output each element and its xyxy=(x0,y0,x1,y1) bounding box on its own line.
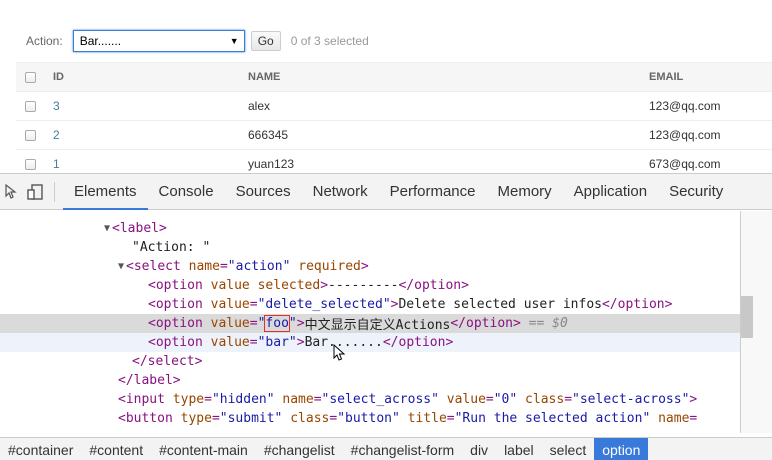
header-id[interactable]: ID xyxy=(53,71,64,83)
crumb-content[interactable]: #content xyxy=(81,438,151,460)
expand-triangle-icon[interactable]: ▼ xyxy=(118,261,124,272)
tree-node-input[interactable]: <input type = "hidden" name = "select_across… xyxy=(0,390,740,409)
row-id-link[interactable]: 2 xyxy=(53,128,60,142)
table-row: 3 alex 123@qq.com xyxy=(16,92,772,121)
row-id-link[interactable]: 3 xyxy=(53,99,60,113)
action-select-value: Bar....... xyxy=(79,34,122,48)
tree-node-option[interactable]: <option value = "delete_selected" > Delete s… xyxy=(0,295,740,314)
tab-performance[interactable]: Performance xyxy=(379,174,487,210)
action-label: Action: xyxy=(26,34,63,48)
mouse-cursor-icon xyxy=(333,344,346,361)
tree-node-option-selected[interactable]: <option value = " foo " > 中文显示自定义Actions </opti… xyxy=(0,314,740,333)
crumb-container[interactable]: #container xyxy=(0,438,81,460)
crumb-option[interactable]: option xyxy=(594,437,649,460)
table-row: 1 yuan123 673@qq.com xyxy=(16,150,772,173)
select-all-checkbox[interactable] xyxy=(25,71,36,83)
selected-node-marker: == $0 xyxy=(520,316,568,331)
crumb-label[interactable]: label xyxy=(496,438,542,460)
tree-node-text[interactable]: "Action: " xyxy=(0,238,740,257)
crumb-select[interactable]: select xyxy=(542,438,595,460)
tab-application[interactable]: Application xyxy=(563,174,658,210)
header-email[interactable]: EMAIL xyxy=(649,71,683,83)
row-name: 666345 xyxy=(248,128,289,142)
expand-triangle-icon[interactable]: ▼ xyxy=(104,223,110,234)
tab-memory[interactable]: Memory xyxy=(487,174,563,210)
caret-down-icon: ▼ xyxy=(229,36,239,46)
go-button[interactable]: Go xyxy=(250,31,281,51)
row-email: 123@qq.com xyxy=(649,128,721,142)
tree-node-option[interactable]: <option value = "bar" > Bar....... </option> xyxy=(0,333,740,352)
table-header: ID NAME EMAIL xyxy=(16,62,772,92)
tree-node-select-close[interactable]: </select> xyxy=(0,352,740,371)
row-checkbox[interactable] xyxy=(25,158,36,170)
row-checkbox[interactable] xyxy=(25,100,36,112)
result-table: ID NAME EMAIL 3 alex 123@qq.com 2 666345… xyxy=(16,62,772,173)
tree-node-label-close[interactable]: </label> xyxy=(0,371,740,390)
row-email: 673@qq.com xyxy=(649,157,721,171)
row-name: alex xyxy=(248,99,271,113)
devtools-panel: Elements Console Sources Network Perform… xyxy=(0,173,772,460)
crumb-div[interactable]: div xyxy=(462,438,496,460)
tab-security[interactable]: Security xyxy=(658,174,734,210)
row-email: 123@qq.com xyxy=(649,99,721,113)
crumb-content-main[interactable]: #content-main xyxy=(151,438,256,460)
tab-network[interactable]: Network xyxy=(302,174,379,210)
styles-pane xyxy=(740,211,772,433)
action-select[interactable]: Bar....... ▼ xyxy=(72,30,245,52)
row-name: yuan123 xyxy=(248,157,295,171)
row-checkbox[interactable] xyxy=(25,129,36,141)
tab-console[interactable]: Console xyxy=(148,174,225,210)
elements-tree: ▼ <label> "Action: " ▼ <select name = "actio… xyxy=(0,211,740,433)
devtools-toolbar: Elements Console Sources Network Perform… xyxy=(0,174,772,210)
selected-count: 0 of 3 selected xyxy=(290,34,369,48)
dom-breadcrumb: #container #content #content-main #chang… xyxy=(0,437,772,460)
row-id-link[interactable]: 1 xyxy=(53,157,60,171)
crumb-changelist[interactable]: #changelist xyxy=(256,438,343,460)
admin-page: Action: Bar....... ▼ Go 0 of 3 selected … xyxy=(0,0,772,173)
crumb-changelist-form[interactable]: #changelist-form xyxy=(343,438,463,460)
device-icon[interactable] xyxy=(24,174,48,210)
tab-sources[interactable]: Sources xyxy=(225,174,302,210)
header-name[interactable]: NAME xyxy=(248,71,280,83)
table-row: 2 666345 123@qq.com xyxy=(16,121,772,150)
tree-node-button[interactable]: <button type = "submit" class = "button" tit… xyxy=(0,409,740,428)
tree-node-label[interactable]: ▼ <label> xyxy=(0,219,740,238)
elements-scrollbar[interactable] xyxy=(741,296,753,338)
tab-elements[interactable]: Elements xyxy=(63,174,148,210)
tree-node-option[interactable]: <option value selected > --------- </option… xyxy=(0,276,740,295)
edited-value[interactable]: foo xyxy=(264,315,290,332)
inspect-icon[interactable] xyxy=(0,174,24,210)
toolbar-separator xyxy=(54,181,55,202)
tree-node-select[interactable]: ▼ <select name = "action" required > xyxy=(0,257,740,276)
action-bar: Action: Bar....... ▼ Go 0 of 3 selected xyxy=(26,29,369,53)
